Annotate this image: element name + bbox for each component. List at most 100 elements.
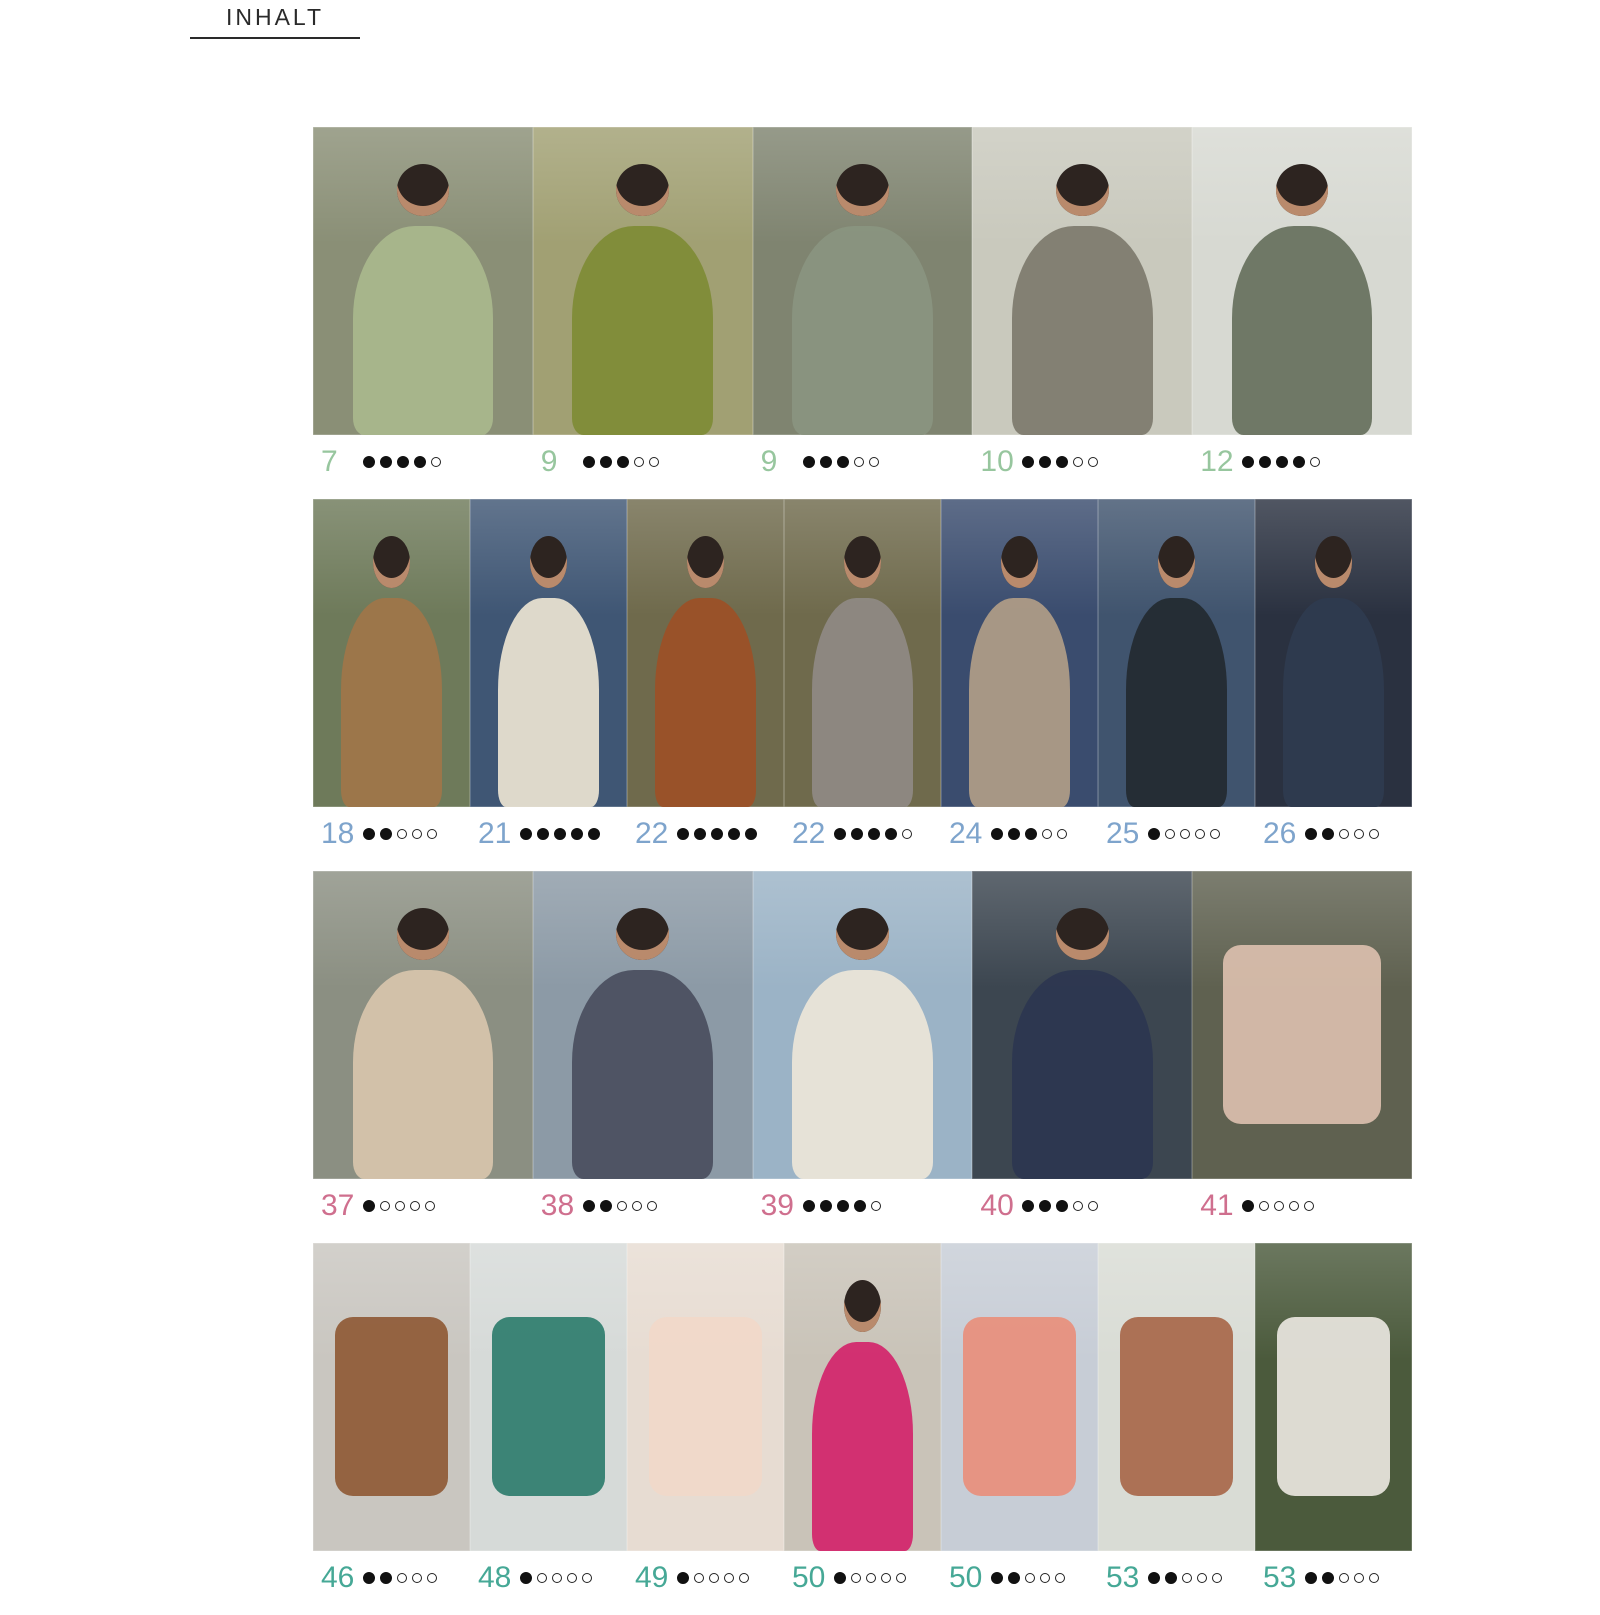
pattern-label[interactable]: 10 (972, 443, 1192, 481)
photo-subject (1011, 969, 1153, 1179)
photo-subject (352, 969, 494, 1179)
difficulty-dot-filled (599, 456, 612, 468)
difficulty-rating (363, 456, 441, 468)
difficulty-dot-filled (1276, 456, 1289, 468)
pattern-photo[interactable] (1192, 871, 1412, 1179)
difficulty-dot-empty (431, 457, 441, 467)
contents-row: 46 48 49 50 50 53 53 (313, 1243, 1412, 1615)
difficulty-dot-filled (677, 1572, 689, 1584)
pattern-photo[interactable] (752, 127, 973, 435)
difficulty-dot-filled (1242, 456, 1255, 468)
difficulty-dot-filled (582, 1200, 595, 1212)
difficulty-dot-filled (414, 456, 426, 468)
difficulty-rating (1305, 1572, 1379, 1584)
pattern-label[interactable]: 22 (627, 815, 784, 853)
pattern-photo[interactable] (972, 127, 1193, 435)
pattern-photo[interactable] (784, 499, 941, 807)
pattern-photo[interactable] (1098, 1243, 1255, 1551)
pattern-label[interactable]: 46 (313, 1559, 470, 1597)
page-number: 21 (478, 817, 512, 850)
pattern-label[interactable]: 25 (1098, 815, 1255, 853)
pattern-label[interactable]: 9 (753, 443, 973, 481)
pattern-label[interactable]: 50 (784, 1559, 941, 1597)
photo-subject (572, 225, 714, 435)
pattern-photo[interactable] (1098, 499, 1255, 807)
photo-subject (572, 969, 714, 1179)
difficulty-rating (802, 456, 879, 468)
difficulty-dot-empty (739, 1573, 749, 1583)
pattern-label[interactable]: 49 (627, 1559, 784, 1597)
difficulty-dot-filled (616, 456, 629, 468)
pattern-photo[interactable] (313, 127, 533, 435)
pattern-label[interactable]: 22 (784, 815, 941, 853)
pattern-photo[interactable] (532, 127, 753, 435)
pattern-photo[interactable] (470, 499, 627, 807)
difficulty-dot-empty (1197, 1573, 1207, 1583)
pattern-label[interactable]: 37 (313, 1187, 533, 1225)
difficulty-rating (1148, 828, 1220, 840)
difficulty-dot-filled (363, 1200, 375, 1212)
pattern-photo[interactable] (313, 1243, 470, 1551)
difficulty-dot-empty (1057, 829, 1067, 839)
pattern-label[interactable]: 41 (1192, 1187, 1412, 1225)
difficulty-dot-filled (711, 828, 723, 840)
difficulty-dot-filled (1008, 1572, 1020, 1584)
pattern-photo[interactable] (784, 1243, 941, 1551)
pattern-photo[interactable] (972, 871, 1193, 1179)
pattern-label[interactable]: 40 (972, 1187, 1192, 1225)
difficulty-dot-empty (425, 1201, 435, 1211)
page-number: 9 (540, 445, 558, 478)
pattern-label[interactable]: 21 (470, 815, 627, 853)
difficulty-dot-empty (870, 1201, 881, 1211)
difficulty-rating (677, 828, 757, 840)
pattern-photo[interactable] (313, 499, 470, 807)
pattern-photo[interactable] (1255, 1243, 1412, 1551)
photo-figure-head (396, 907, 450, 961)
pattern-photo[interactable] (470, 1243, 627, 1551)
pattern-label[interactable]: 50 (941, 1559, 1098, 1597)
difficulty-dot-filled (1322, 1572, 1334, 1584)
difficulty-dot-filled (819, 1200, 832, 1212)
pattern-photo[interactable] (627, 499, 784, 807)
contents-row: 18 21 22 22 24 25 26 (313, 499, 1412, 871)
page-number: 39 (760, 1189, 794, 1222)
pattern-label[interactable]: 18 (313, 815, 470, 853)
difficulty-dot-empty (724, 1573, 734, 1583)
pattern-label[interactable]: 39 (753, 1187, 973, 1225)
pattern-photo[interactable] (752, 871, 973, 1179)
difficulty-dot-filled (571, 828, 583, 840)
difficulty-dot-filled (1305, 828, 1317, 840)
photo-figure-head (1055, 907, 1109, 961)
difficulty-dot-filled (836, 1200, 849, 1212)
pattern-photo[interactable] (1255, 499, 1412, 807)
pattern-photo[interactable] (627, 1243, 784, 1551)
pattern-label[interactable]: 12 (1192, 443, 1412, 481)
difficulty-dot-empty (1274, 1201, 1285, 1211)
difficulty-dot-filled (694, 828, 706, 840)
pattern-photo[interactable] (313, 871, 533, 1179)
contents-row: 7 9 9 10 12 (313, 127, 1412, 499)
pattern-label[interactable]: 9 (533, 443, 753, 481)
pattern-label[interactable]: 53 (1255, 1559, 1412, 1597)
pattern-label[interactable]: 53 (1098, 1559, 1255, 1597)
pattern-label[interactable]: 48 (470, 1559, 627, 1597)
difficulty-rating (1305, 828, 1379, 840)
pattern-photo[interactable] (941, 1243, 1098, 1551)
pattern-photo[interactable] (532, 871, 753, 1179)
difficulty-dot-filled (537, 828, 549, 840)
difficulty-dot-filled (745, 828, 757, 840)
page-number: 53 (1106, 1561, 1140, 1594)
difficulty-rating (1022, 456, 1099, 468)
difficulty-dot-filled (1039, 456, 1052, 468)
pattern-label[interactable]: 26 (1255, 815, 1412, 853)
difficulty-dot-filled (834, 828, 846, 840)
difficulty-dot-filled (819, 456, 832, 468)
page-number: 49 (635, 1561, 669, 1594)
pattern-label[interactable]: 7 (313, 443, 533, 481)
pattern-photo[interactable] (941, 499, 1098, 807)
photo-subject (498, 597, 599, 807)
pattern-photo[interactable] (1192, 127, 1412, 435)
photo-subject (792, 969, 933, 1179)
pattern-label[interactable]: 38 (533, 1187, 753, 1225)
pattern-label[interactable]: 24 (941, 815, 1098, 853)
